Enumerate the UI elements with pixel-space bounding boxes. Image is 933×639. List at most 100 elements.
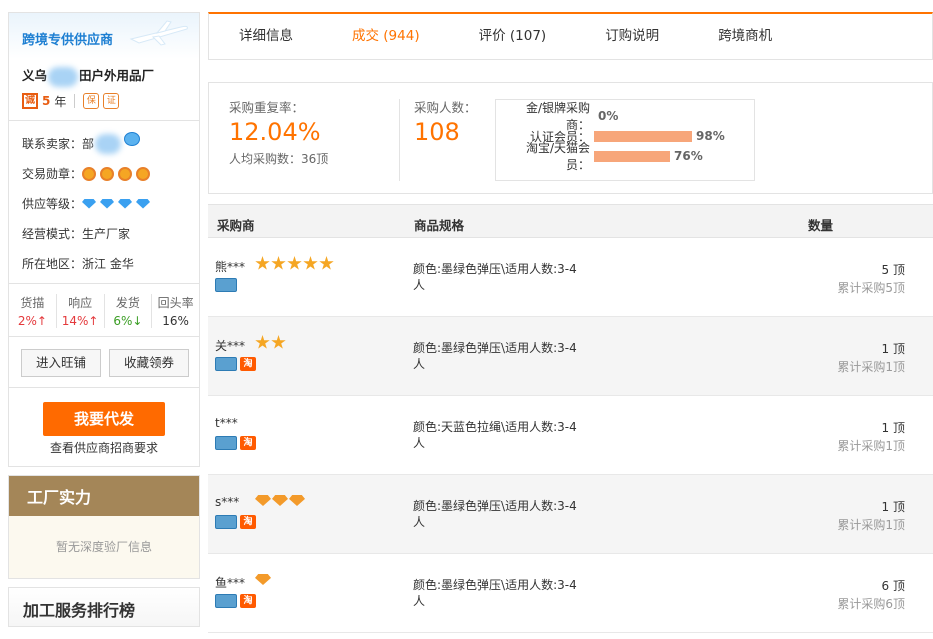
quantity: 1 顶累计采购1顶: [837, 498, 905, 534]
buyer-count-value: 108: [414, 118, 460, 146]
buyer-rank: [255, 572, 271, 585]
dropship-section: 我要代发 查看供应商招商要求: [9, 386, 199, 466]
wangwang-chat-icon[interactable]: [124, 131, 141, 146]
verified-member-icon: [215, 357, 237, 371]
buyer-name: 鱼***: [215, 576, 246, 590]
tab-details[interactable]: 详细信息: [209, 14, 322, 59]
taobao-member-icon: 淘: [240, 594, 256, 608]
medal-label: 交易勋章：: [22, 167, 83, 181]
tab-order-notes[interactable]: 订购说明: [575, 14, 688, 59]
diamond-icon: [118, 198, 133, 209]
stat-value: 2%↑: [17, 313, 47, 328]
star-icon: [287, 256, 302, 270]
gem-icon: [255, 495, 271, 506]
quantity: 6 顶累计采购6顶: [837, 577, 905, 613]
region-row: 所在地区： 浙江 金华: [22, 249, 186, 279]
shop-actions: 进入旺铺 收藏领券: [9, 335, 199, 387]
buyer-badges: 淘: [215, 436, 256, 450]
diamond-icon: [100, 198, 115, 209]
company-name[interactable]: 义乌 田户外用品厂: [9, 59, 199, 87]
medal-icon: [82, 166, 97, 181]
quantity-total: 累计采购1顶: [837, 439, 905, 453]
ranking-title[interactable]: 加工服务排行榜: [8, 586, 200, 627]
guarantee-icon[interactable]: 保: [83, 93, 100, 109]
certificate-icon[interactable]: 证: [103, 93, 120, 109]
main-content: 详细信息 成交 (944) 评价 (107) 订购说明 跨境商机 采购重复率： …: [208, 12, 933, 633]
dist-label: 淘宝/天猫会员：: [525, 141, 590, 172]
factory-strength-panel: 工厂实力 暂无深度验厂信息: [8, 474, 200, 579]
factory-title: 工厂实力: [9, 475, 199, 516]
supplier-info: 联系卖家： 部 交易勋章： 供应等级： 经营模式： 生产厂家 所在地区： 浙江 …: [9, 119, 199, 279]
dropship-button[interactable]: 我要代发: [43, 401, 165, 436]
product-spec: 颜色:墨绿色弹压\适用人数:3-4人: [413, 578, 577, 608]
product-spec: 颜色:天蓝色拉绳\适用人数:3-4人: [413, 420, 577, 450]
product-spec: 颜色:墨绿色弹压\适用人数:3-4人: [413, 341, 577, 371]
table-row: 关*** 淘 颜色:墨绿色弹压\适用人数:3-4人 1 顶累计采购1顶: [208, 317, 933, 396]
redacted-blur: [95, 133, 122, 154]
buyer-name: s***: [215, 495, 240, 509]
medal-icon: [136, 166, 151, 181]
stat-response: 响应 14%↑: [57, 293, 105, 328]
quantity-value: 5 顶: [881, 263, 905, 277]
redacted-blur: [48, 66, 79, 87]
years-value: 5: [42, 94, 51, 108]
taobao-member-icon: 淘: [240, 436, 256, 450]
buyer-badges: [215, 278, 237, 292]
quantity-value: 1 顶: [881, 342, 905, 356]
cheng-xin-icon: 诚: [22, 93, 38, 109]
buyer-badges: 淘: [215, 515, 256, 529]
tab-transactions[interactable]: 成交 (944): [322, 14, 449, 59]
enter-shop-button[interactable]: 进入旺铺: [21, 348, 101, 377]
table-row: t*** 淘 颜色:天蓝色拉绳\适用人数:3-4人 1 顶累计采购1顶: [208, 396, 933, 475]
verified-member-icon: [215, 436, 237, 450]
tab-cross-border[interactable]: 跨境商机: [688, 14, 801, 59]
star-icon: [303, 256, 318, 270]
quantity: 1 顶累计采购1顶: [837, 340, 905, 376]
buyer-rank: [255, 256, 334, 271]
collect-coupon-button[interactable]: 收藏领券: [109, 348, 189, 377]
repeat-rate-label: 采购重复率：: [229, 100, 305, 115]
level-label: 供应等级：: [22, 197, 83, 211]
repeat-rate-value: 12.04%: [229, 118, 321, 146]
buyer-distribution: 金/银牌采购商： 0% 认证会员： 98% 淘宝/天猫会员： 76%: [495, 99, 755, 181]
supplier-sidebar: 跨境专供供应商 义乌 田户外用品厂 诚 5 年 保 证 联系卖家： 部 交易勋章…: [8, 12, 200, 627]
tab-reviews[interactable]: 评价 (107): [449, 14, 576, 59]
star-icon: [271, 335, 286, 349]
quantity-value: 1 顶: [881, 421, 905, 435]
diamond-icon: [136, 198, 151, 209]
medal-row: 交易勋章：: [22, 159, 186, 189]
company-name-suffix: 田户外用品厂: [79, 68, 155, 83]
mode-row: 经营模式： 生产厂家: [22, 219, 186, 249]
taobao-member-icon: 淘: [240, 515, 256, 529]
col-spec: 商品规格: [414, 218, 465, 233]
table-header: 采购商 商品规格 数量: [208, 204, 933, 238]
verified-member-icon: [215, 515, 237, 529]
gem-icon: [272, 495, 288, 506]
recruit-requirements-link[interactable]: 查看供应商招商要求: [9, 439, 199, 456]
taobao-member-icon: 淘: [240, 357, 256, 371]
banner-title: 跨境专供供应商: [22, 33, 114, 48]
buyer-badges: 淘: [215, 357, 256, 371]
verified-member-icon: [215, 278, 237, 292]
table-row: 鱼*** 淘 颜色:墨绿色弹压\适用人数:3-4人 6 顶累计采购6顶: [208, 554, 933, 633]
years-unit: 年: [54, 94, 67, 109]
stat-label: 货描: [20, 295, 45, 310]
dist-value: 0%: [598, 109, 619, 123]
contact-name[interactable]: 部: [82, 135, 94, 152]
quantity-total: 累计采购6顶: [837, 597, 905, 611]
table-row: 熊*** 颜色:墨绿色弹压\适用人数:3-4人 5 顶累计采购5顶: [208, 238, 933, 317]
service-stats: 货描 2%↑ 响应 14%↑ 发货 6%↓ 回头率 16%: [9, 282, 199, 336]
stat-description: 货描 2%↑: [9, 293, 57, 328]
dist-value: 98%: [696, 129, 725, 143]
buyer-rank: [255, 493, 305, 506]
col-qty: 数量: [808, 218, 834, 233]
divider: [399, 99, 400, 181]
dist-row: 淘宝/天猫会员： 76%: [504, 141, 754, 172]
level-row: 供应等级：: [22, 189, 186, 219]
medal-icon: [118, 166, 133, 181]
stat-label: 发货: [115, 295, 140, 310]
gem-icon: [255, 574, 271, 585]
stat-label: 响应: [68, 295, 93, 310]
dist-value: 76%: [674, 149, 703, 163]
transaction-summary: 采购重复率： 12.04% 人均采购数：36顶 采购人数： 108 金/银牌采购…: [208, 82, 933, 194]
